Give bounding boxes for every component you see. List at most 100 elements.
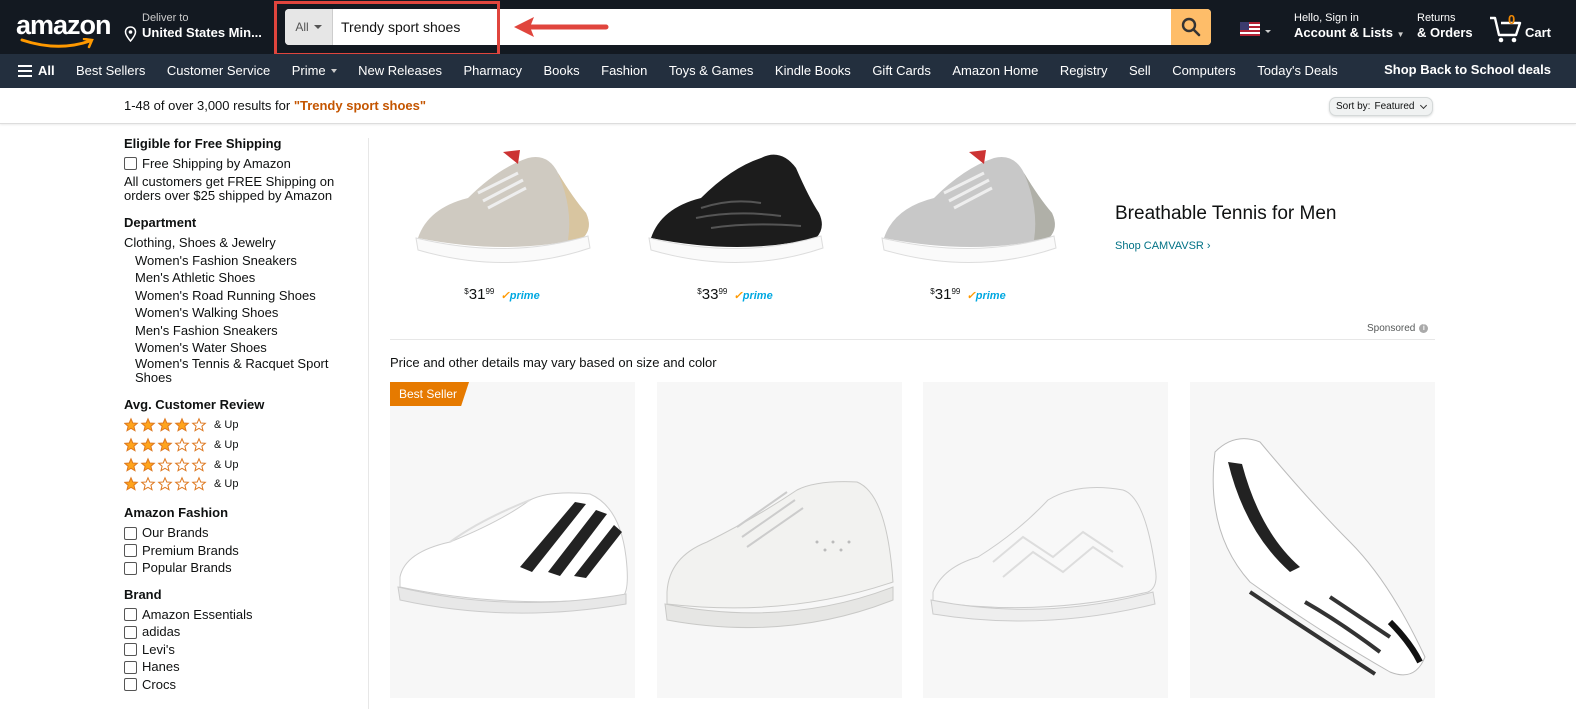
- filter-popular-brands[interactable]: Popular Brands: [124, 559, 354, 577]
- nav-item-todays-deals[interactable]: Today's Deals: [1257, 63, 1338, 78]
- product-card[interactable]: Best Seller: [390, 382, 635, 698]
- filter-label: Crocs: [142, 676, 176, 692]
- review-suffix: & Up: [214, 439, 239, 452]
- filter-free-shipping-label: Free Shipping by Amazon: [142, 156, 291, 171]
- product-card[interactable]: [923, 382, 1168, 698]
- results-info-bar: 1-48 of over 3,000 results for "Trendy s…: [0, 88, 1576, 124]
- checkbox[interactable]: [124, 157, 137, 171]
- sponsored-product-2[interactable]: $3399 ✓prime: [641, 138, 829, 308]
- cart-button[interactable]: 0 Cart: [1489, 12, 1559, 44]
- deliver-label: Deliver to: [142, 12, 189, 24]
- filter-label: Hanes: [142, 659, 180, 675]
- filter-brand[interactable]: Amazon Essentials: [124, 606, 354, 624]
- amazon-logo[interactable]: amazon: [16, 10, 112, 49]
- deliver-to[interactable]: Deliver to United States Min...: [124, 12, 264, 42]
- nav-item-registry[interactable]: Registry: [1060, 63, 1108, 78]
- filter-heading-brand: Brand: [124, 586, 162, 602]
- filter-brand[interactable]: Hanes: [124, 658, 354, 676]
- sponsored-shop-link[interactable]: Shop CAMVAVSR ›: [1115, 240, 1211, 252]
- department-link-top[interactable]: Clothing, Shoes & Jewelry: [124, 234, 354, 252]
- checkbox[interactable]: [124, 526, 137, 540]
- review-filter-3-stars[interactable]: & Up: [124, 435, 354, 455]
- us-flag-icon[interactable]: [1240, 22, 1260, 36]
- sort-by-dropdown[interactable]: Sort by: Featured: [1329, 97, 1433, 116]
- filter-our-brands[interactable]: Our Brands: [124, 524, 354, 542]
- nav-item-prime[interactable]: Prime: [292, 63, 337, 78]
- checkbox[interactable]: [124, 608, 137, 621]
- nav-item-fashion[interactable]: Fashion: [601, 63, 647, 78]
- annotation-arrow-icon: [514, 17, 609, 37]
- sponsored-text: Sponsored: [1367, 323, 1416, 334]
- nav-item-computers[interactable]: Computers: [1172, 63, 1236, 78]
- shoe-image: [648, 154, 824, 263]
- filter-brand[interactable]: adidas: [124, 623, 354, 641]
- checkbox[interactable]: [124, 678, 137, 691]
- cart-label: Cart: [1525, 25, 1552, 40]
- department-link[interactable]: Men's Fashion Sneakers: [124, 322, 354, 340]
- filter-free-shipping[interactable]: Free Shipping by Amazon: [124, 155, 354, 173]
- nav-item-books[interactable]: Books: [544, 63, 580, 78]
- filter-heading-department: Department: [124, 214, 197, 230]
- nav-item-amazon-home[interactable]: Amazon Home: [952, 63, 1038, 78]
- account-lists-menu[interactable]: Hello, Sign in Account & Lists ▼: [1294, 12, 1405, 43]
- prime-badge-icon: ✓prime: [966, 290, 1006, 302]
- sidebar-divider: [368, 138, 369, 709]
- nav-all-menu[interactable]: All: [18, 63, 55, 78]
- department-link[interactable]: Women's Road Running Shoes: [124, 287, 354, 305]
- orders-label: & Orders: [1417, 25, 1473, 40]
- caret-down-icon: [330, 68, 337, 73]
- review-filter-4-stars[interactable]: & Up: [124, 416, 354, 436]
- checkbox[interactable]: [124, 643, 137, 656]
- checkbox[interactable]: [124, 625, 137, 639]
- nav-all-label: All: [38, 63, 55, 78]
- review-filter-1-stars[interactable]: & Up: [124, 475, 354, 495]
- nav-item-pharmacy[interactable]: Pharmacy: [463, 63, 522, 78]
- nav-item-toys-games[interactable]: Toys & Games: [669, 63, 754, 78]
- sponsored-product-1[interactable]: $3199 ✓prime: [408, 138, 596, 308]
- department-link[interactable]: Men's Athletic Shoes: [124, 269, 354, 287]
- nav-item-best-sellers[interactable]: Best Sellers: [76, 63, 145, 78]
- nav-item-prime-label: Prime: [291, 63, 326, 78]
- nav-item-gift-cards[interactable]: Gift Cards: [872, 63, 931, 78]
- department-link[interactable]: Women's Fashion Sneakers: [124, 252, 354, 270]
- checkbox[interactable]: [124, 561, 137, 575]
- department-link[interactable]: Women's Walking Shoes: [124, 304, 354, 322]
- department-link[interactable]: Women's Water Shoes: [124, 339, 354, 357]
- search-button[interactable]: [1171, 9, 1211, 45]
- price-cents: 99: [951, 287, 961, 296]
- shoe-image: [881, 150, 1057, 263]
- shipping-note: All customers get FREE Shipping on order…: [124, 173, 335, 203]
- cart-icon: [1490, 16, 1522, 43]
- price-cents: 99: [718, 287, 728, 296]
- review-filter-2-stars[interactable]: & Up: [124, 455, 354, 475]
- checkbox[interactable]: [124, 544, 137, 557]
- filter-brand[interactable]: Crocs: [124, 676, 354, 694]
- best-seller-badge: Best Seller: [390, 382, 470, 406]
- product-card[interactable]: [1190, 382, 1435, 698]
- filter-premium-brands[interactable]: Premium Brands: [124, 542, 354, 560]
- sort-value: Featured: [1374, 101, 1415, 112]
- nav-item-customer-service[interactable]: Customer Service: [167, 63, 270, 78]
- nav-promo-link[interactable]: Shop Back to School deals: [1384, 62, 1551, 77]
- info-icon: i: [1419, 324, 1429, 333]
- account-label: Account & Lists: [1294, 25, 1393, 40]
- nav-item-sell[interactable]: Sell: [1129, 63, 1151, 78]
- filter-brand[interactable]: Levi's: [124, 641, 354, 659]
- sponsored-title[interactable]: Breathable Tennis for Men: [1115, 203, 1336, 225]
- sponsored-price: $3399 ✓prime: [697, 286, 773, 303]
- prime-badge-icon: ✓prime: [733, 290, 773, 302]
- product-card[interactable]: [657, 382, 902, 698]
- top-header: amazon Deliver to United States Min... A…: [0, 0, 1576, 56]
- caret-down-icon: [1265, 30, 1271, 33]
- sponsored-label[interactable]: Sponsored i: [1367, 323, 1429, 334]
- returns-orders-link[interactable]: Returns & Orders: [1417, 12, 1473, 41]
- checkbox[interactable]: [124, 660, 137, 674]
- department-link[interactable]: Women's Tennis & Racquet Sport Shoes: [124, 356, 354, 385]
- sponsored-product-3[interactable]: $3199 ✓prime: [874, 138, 1062, 308]
- review-suffix: & Up: [214, 478, 239, 491]
- deliver-location: United States Min...: [142, 25, 262, 40]
- nav-item-new-releases[interactable]: New Releases: [358, 63, 442, 78]
- location-pin-icon: [124, 26, 137, 42]
- nav-item-kindle-books[interactable]: Kindle Books: [775, 63, 851, 78]
- star-rating-icon: [124, 476, 207, 492]
